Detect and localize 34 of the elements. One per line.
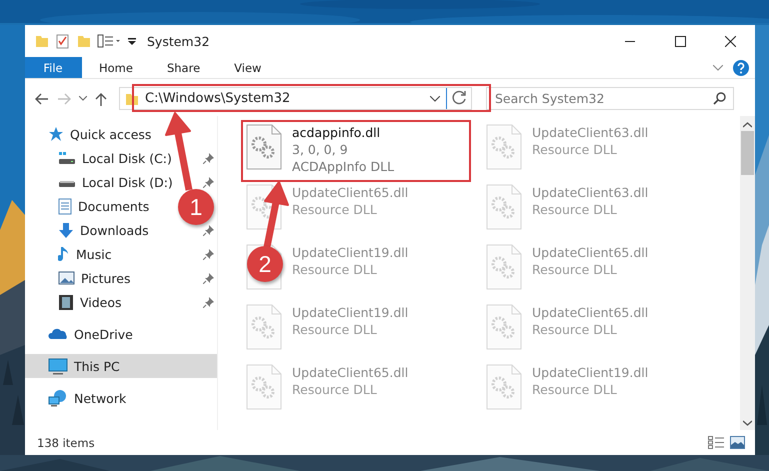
sidebar-item[interactable]: Videos bbox=[25, 290, 126, 314]
step-badge: 2 bbox=[247, 246, 283, 282]
sidebar-item[interactable]: This PC bbox=[25, 354, 217, 378]
file-detail: Resource DLL bbox=[532, 321, 618, 338]
window-title: System32 bbox=[147, 34, 210, 48]
file-detail: Resource DLL bbox=[292, 261, 378, 278]
sidebar-item[interactable]: Local Disk (D:) bbox=[25, 170, 177, 194]
file-detail: Resource DLL bbox=[532, 381, 618, 398]
sidebar-item[interactable]: Documents bbox=[25, 194, 154, 218]
step-badge: 1 bbox=[178, 189, 214, 225]
sidebar-item[interactable]: Network bbox=[25, 386, 130, 410]
sidebar-item[interactable]: Pictures bbox=[25, 266, 134, 290]
sidebar-item[interactable]: Downloads bbox=[25, 218, 153, 242]
sidebar-item[interactable]: Music bbox=[25, 242, 116, 266]
file-detail: 3, 0, 0, 9 bbox=[292, 141, 349, 158]
sidebar-item[interactable]: OneDrive bbox=[25, 322, 137, 346]
ribbon-tab[interactable]: Home bbox=[82, 57, 150, 78]
file-detail: ACDAppInfo DLL bbox=[292, 158, 394, 175]
ribbon-tab[interactable]: View bbox=[217, 57, 278, 78]
file-name[interactable]: acdappinfo.dll bbox=[292, 124, 394, 141]
ribbon-tab[interactable]: Share bbox=[150, 57, 218, 78]
ribbon-tab[interactable]: File bbox=[25, 57, 82, 78]
file-detail: Resource DLL bbox=[292, 381, 378, 398]
file-detail: Resource DLL bbox=[292, 201, 378, 218]
file-detail: Resource DLL bbox=[532, 201, 618, 218]
address-bar[interactable]: C:\Windows\System32 bbox=[119, 87, 472, 110]
file-detail: Resource DLL bbox=[292, 321, 378, 338]
file-detail: Resource DLL bbox=[532, 141, 618, 158]
sidebar-item[interactable]: Local Disk (C:) bbox=[25, 146, 176, 170]
item-count: 138 items bbox=[37, 436, 95, 450]
address-path: C:\Windows\System32 bbox=[145, 91, 292, 106]
search-field[interactable]: Search System32 bbox=[486, 87, 734, 110]
file-detail: Resource DLL bbox=[532, 261, 618, 278]
sidebar-item[interactable]: Quick access bbox=[25, 122, 156, 146]
